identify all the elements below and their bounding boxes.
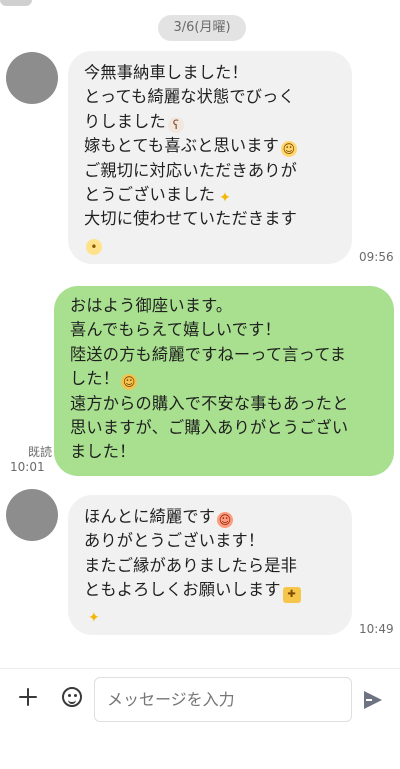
message-line: 陸送の方も綺麗ですねーって言ってま	[70, 344, 347, 364]
message-line: りしました	[84, 111, 166, 131]
plus-icon[interactable]	[19, 688, 37, 706]
outgoing-message: おはよう御座います。 喜んでもらえて嬉しいです！ 陸送の方も綺麗ですねーって言っ…	[54, 286, 394, 476]
top-edge-avatar-fragment	[0, 0, 32, 6]
message-line: おはよう御座います。	[70, 296, 233, 315]
message-line: 遠方からの購入で不安な事もあったと	[70, 393, 349, 413]
message-line: 大切に使わせていただきます	[84, 209, 298, 229]
incoming-message-1: 今無事納車しました！ とっても綺麗な状態でびっく りしました ʕ 嫁もとても喜ぶと…	[68, 51, 352, 264]
message-line: 喜んでもらえて嬉しいです！	[70, 320, 281, 340]
date-separator: 3/6(月曜)	[158, 15, 246, 41]
read-receipt: 既読	[27, 445, 52, 459]
emoji-icon[interactable]	[62, 687, 82, 707]
message-line: ほんとに綺麗です	[84, 507, 216, 526]
message-time: 10:01	[10, 460, 45, 474]
message-line: ともよろしくお願いします	[84, 580, 281, 600]
message-line: ご親切に対応いただきありが	[84, 160, 298, 180]
gift-icon: ✚	[282, 587, 301, 604]
message-line: 思いますが、ご購入ありがとうござい	[70, 418, 349, 438]
message-line: とうございました	[84, 185, 216, 205]
message-input[interactable]	[94, 677, 352, 722]
message-line: ありがとうございます！	[84, 531, 265, 551]
message-line: 今無事納車しました！	[84, 63, 248, 82]
neutral-face-icon: •	[86, 238, 102, 255]
blushing-face-icon: ☺	[217, 512, 234, 528]
message-line: した！	[70, 369, 120, 389]
message-line: またご縁がありましたら是非	[84, 555, 298, 575]
smile-icon: ☺	[121, 374, 138, 391]
bear-face-icon: ʕ	[167, 116, 184, 133]
send-icon[interactable]	[364, 691, 384, 709]
sparkle-icon: ✦	[219, 190, 232, 207]
message-line: ました！	[70, 442, 136, 462]
contact-avatar[interactable]	[6, 52, 58, 104]
grinning-face-icon: ☺	[281, 141, 298, 158]
incoming-message-2: ほんとに綺麗です ☺ ありがとうございます！ またご縁がありましたら是非 ともよろ…	[68, 495, 352, 635]
message-line: とっても綺麗な状態でびっく	[84, 87, 295, 107]
contact-avatar[interactable]	[6, 489, 58, 541]
message-time: 10:49	[359, 622, 394, 636]
message-line: 嫁もとても喜ぶと思います	[84, 136, 280, 156]
message-time: 09:56	[359, 250, 394, 264]
sparkle-icon: ✦	[88, 610, 100, 627]
